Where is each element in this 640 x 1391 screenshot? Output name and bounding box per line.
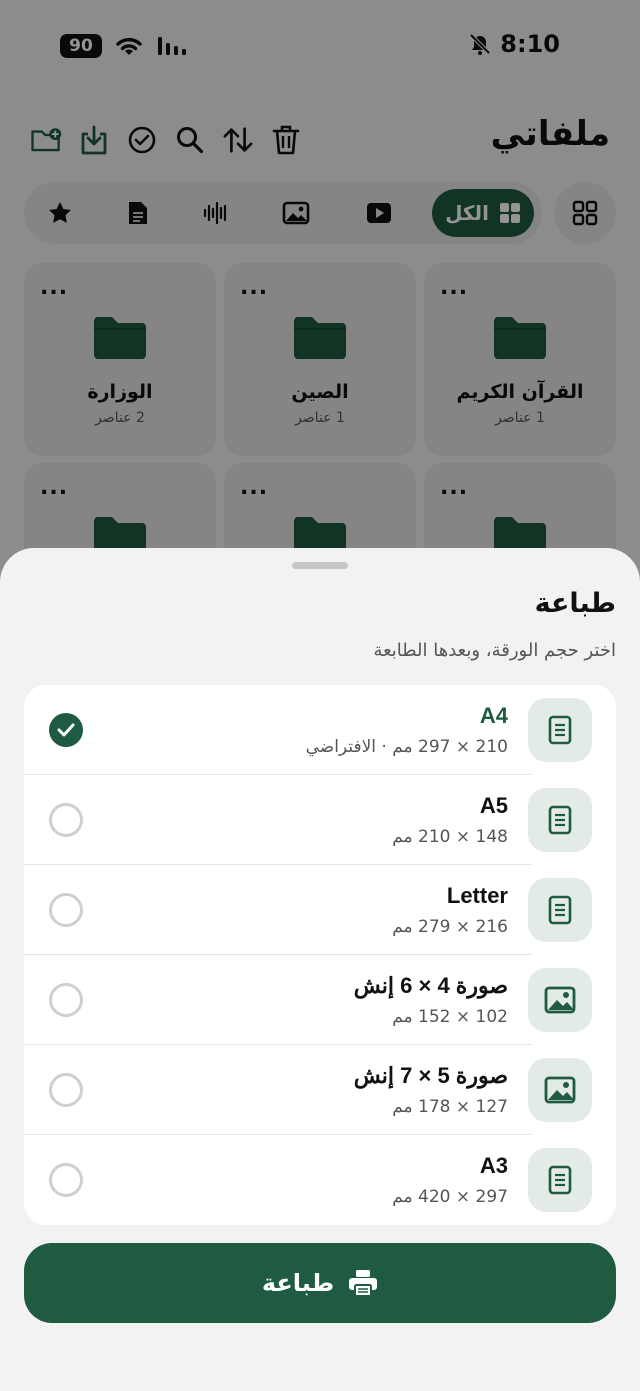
check-icon: [57, 723, 75, 737]
document-icon: [548, 715, 572, 745]
paper-option-title: A3: [479, 1153, 508, 1178]
paper-option-title: Letter: [446, 883, 508, 908]
sheet-subtitle: اختر حجم الورقة، وبعدها الطابعة: [373, 640, 616, 661]
document-icon: [548, 1165, 572, 1195]
radio-unselected[interactable]: [49, 893, 83, 927]
print-button-label: طباعة: [261, 1269, 335, 1297]
radio-unselected[interactable]: [49, 803, 83, 837]
paper-option-photo-5x7[interactable]: صورة 5 × 7 إنش 127 × 178 مم: [24, 1045, 616, 1135]
document-icon: [548, 805, 572, 835]
paper-icon-box: [528, 788, 592, 852]
paper-option-size: 210 × 297 مم · الافتراضي: [305, 737, 508, 757]
paper-option-photo-4x6[interactable]: صورة 4 × 6 إنش 102 × 152 مم: [24, 955, 616, 1045]
paper-option-a3[interactable]: A3 297 × 420 مم: [24, 1135, 616, 1225]
paper-option-title: A4: [479, 703, 508, 728]
paper-option-title: صورة 5 × 7 إنش: [353, 1063, 508, 1088]
paper-option-a5[interactable]: A5 148 × 210 مم: [24, 775, 616, 865]
paper-option-title: صورة 4 × 6 إنش: [353, 973, 508, 998]
paper-size-list: A4 210 × 297 مم · الافتراضي A5 148 × 210…: [24, 685, 616, 1225]
radio-unselected[interactable]: [49, 1163, 83, 1197]
document-icon: [548, 895, 572, 925]
paper-option-size: 127 × 178 مم: [392, 1097, 508, 1117]
paper-icon-box: [528, 1148, 592, 1212]
print-bottom-sheet: طباعة اختر حجم الورقة، وبعدها الطابعة A4…: [0, 548, 640, 1391]
paper-option-a4[interactable]: A4 210 × 297 مم · الافتراضي: [24, 685, 616, 775]
image-icon: [544, 1076, 576, 1104]
paper-option-letter[interactable]: Letter 216 × 279 مم: [24, 865, 616, 955]
paper-option-title: A5: [479, 793, 508, 818]
sheet-title: طباعة: [534, 588, 616, 619]
print-button[interactable]: طباعة: [24, 1243, 616, 1323]
sheet-drag-handle[interactable]: [292, 562, 348, 569]
paper-option-size: 297 × 420 مم: [392, 1187, 508, 1207]
paper-icon-box: [528, 878, 592, 942]
paper-option-size: 148 × 210 مم: [392, 827, 508, 847]
radio-selected[interactable]: [49, 713, 83, 747]
paper-icon-box: [528, 1058, 592, 1122]
radio-unselected[interactable]: [49, 983, 83, 1017]
printer-icon: [349, 1270, 378, 1297]
radio-unselected[interactable]: [49, 1073, 83, 1107]
paper-icon-box: [528, 698, 592, 762]
paper-option-size: 216 × 279 مم: [392, 917, 508, 937]
paper-option-size: 102 × 152 مم: [392, 1007, 508, 1027]
image-icon: [544, 986, 576, 1014]
paper-icon-box: [528, 968, 592, 1032]
